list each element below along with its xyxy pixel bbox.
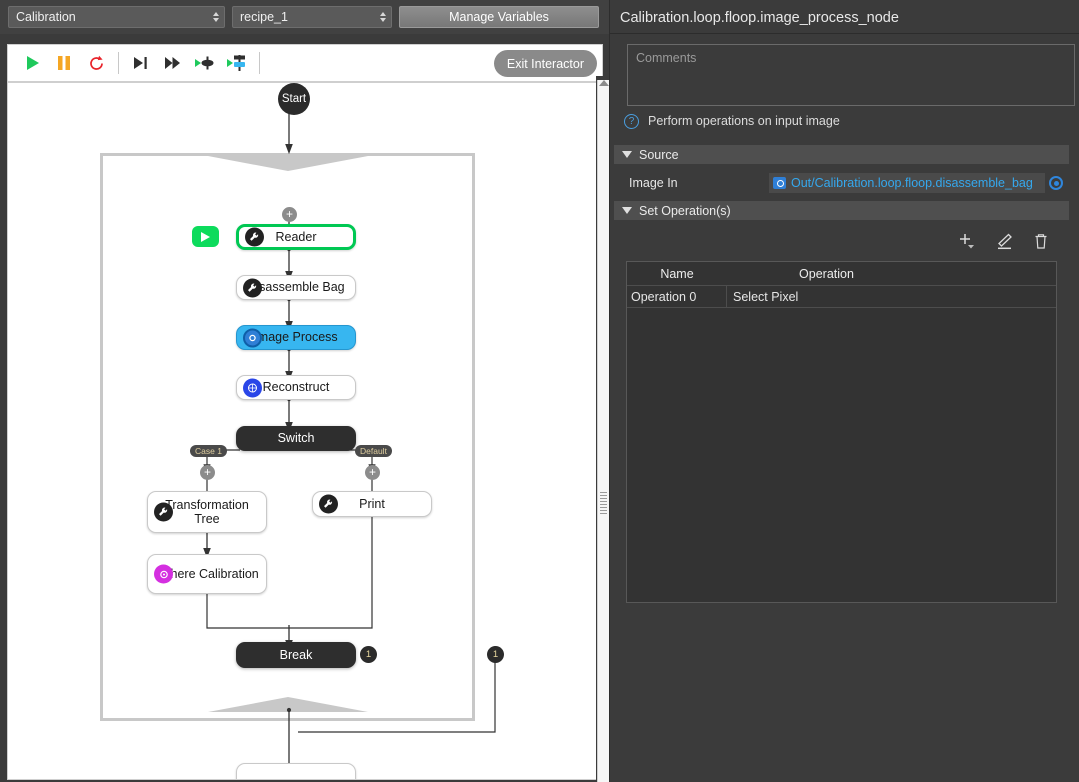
plus-dropdown-icon: [960, 234, 974, 249]
add-node-button[interactable]: +: [200, 465, 215, 480]
section-header-set-operations[interactable]: Set Operation(s): [614, 201, 1069, 220]
flow-node-switch[interactable]: Switch: [236, 426, 356, 451]
run-to-node-button[interactable]: [189, 46, 221, 80]
hint-text: Perform operations on input image: [648, 114, 840, 128]
port-label-case1[interactable]: Case 1: [190, 445, 227, 457]
play-button[interactable]: [16, 46, 48, 80]
image-in-value-field[interactable]: Out/Calibration.loop.floop.disassemble_b…: [769, 173, 1045, 193]
skip-forward-icon: [165, 57, 180, 69]
page-title: Calibration.loop.floop.image_process_nod…: [620, 10, 899, 26]
project-dropdown-value: Calibration: [16, 10, 76, 24]
run-to-node-icon: [194, 56, 213, 70]
step-fast-button[interactable]: [157, 46, 189, 80]
project-dropdown[interactable]: Calibration: [8, 6, 225, 28]
image-in-label: Image In: [629, 176, 678, 190]
toolbar-divider: [259, 52, 260, 74]
pause-icon: [58, 56, 70, 70]
reload-icon: [89, 55, 103, 70]
flow-node-sphere-calibration[interactable]: Sphere Calibration: [147, 554, 267, 594]
cell-name: Operation 0: [627, 285, 727, 308]
manage-variables-button[interactable]: Manage Variables: [399, 6, 599, 28]
add-node-button[interactable]: +: [282, 207, 297, 222]
table-header: Name Operation: [627, 262, 1056, 286]
section-header-label: Source: [639, 147, 679, 162]
splitter-grip[interactable]: [600, 492, 607, 514]
flow-canvas[interactable]: Start + Reader Disassemble Bag Image Pro…: [7, 82, 603, 780]
trash-icon: [1035, 233, 1047, 249]
step-over-button[interactable]: [125, 46, 157, 80]
flow-node-transformation-tree[interactable]: Transformation Tree: [147, 491, 267, 533]
wrench-icon: [319, 494, 338, 514]
playback-toolbar: Exit Interactor: [7, 44, 603, 82]
reset-button[interactable]: [80, 46, 112, 80]
selector-toolbar: Calibration recipe_1 Manage Variables: [0, 0, 610, 34]
flow-node-label: Break: [279, 647, 313, 662]
port-label-default[interactable]: Default: [355, 445, 392, 457]
start-node-label: Start: [281, 93, 307, 105]
divider: [610, 33, 1079, 34]
table-row[interactable]: Operation 0 Select Pixel: [627, 285, 1056, 308]
cell-operation: Select Pixel: [733, 289, 799, 304]
play-icon: [201, 231, 210, 242]
loop-exit-badge: 1: [487, 646, 504, 663]
run-node-chip[interactable]: [192, 226, 219, 247]
exit-interactor-button[interactable]: Exit Interactor: [493, 50, 597, 77]
run-to-selected-node-icon: [226, 55, 245, 71]
start-node[interactable]: Start: [278, 83, 310, 115]
recipe-dropdown[interactable]: recipe_1: [232, 6, 392, 28]
chevron-down-icon: [622, 151, 632, 158]
chevron-down-icon: [622, 207, 632, 214]
column-header-name: Name: [660, 266, 694, 281]
flow-node-label: Switch: [277, 431, 315, 446]
question-icon[interactable]: ?: [624, 113, 639, 129]
wrench-icon: [243, 278, 262, 297]
flow-node-disassemble-bag[interactable]: Disassemble Bag: [236, 275, 356, 300]
toolbar-divider: [118, 52, 119, 74]
wrench-icon: [154, 502, 173, 522]
operations-toolbar: [614, 226, 1069, 256]
camera-icon: [243, 328, 262, 347]
pause-button[interactable]: [48, 46, 80, 80]
pencil-icon: [998, 233, 1012, 249]
add-node-button[interactable]: +: [365, 465, 380, 480]
image-in-value-text: Out/Calibration.loop.floop.disassemble_b…: [791, 176, 1033, 190]
flow-node-sphere[interactable]: Sphere: [236, 763, 356, 779]
edit-operation-button[interactable]: [996, 233, 1013, 250]
comments-input[interactable]: Comments: [627, 44, 1075, 106]
canvas-vertical-scrollbar[interactable]: [596, 76, 610, 782]
delete-operation-button[interactable]: [1033, 233, 1049, 250]
recipe-dropdown-value: recipe_1: [240, 10, 288, 24]
flow-node-break[interactable]: Break: [236, 642, 356, 668]
flow-node-reconstruct[interactable]: Reconstruct: [236, 375, 356, 400]
add-operation-button[interactable]: [958, 232, 976, 250]
break-badge: 1: [360, 646, 377, 663]
scroll-up-arrow-icon[interactable]: [599, 80, 609, 86]
application-window: Calibration recipe_1 Manage Variables Ex…: [0, 0, 1079, 782]
target-icon[interactable]: [1049, 176, 1063, 190]
wrench-icon: [245, 227, 264, 247]
camera-icon: [773, 177, 786, 189]
flow-node-image-process[interactable]: Image Process: [236, 325, 356, 350]
section-header-label: Set Operation(s): [639, 203, 731, 218]
chevron-updown-icon: [380, 12, 386, 22]
flow-node-print[interactable]: Print: [312, 491, 432, 517]
operations-table[interactable]: Name Operation Operation 0 Select Pixel: [626, 261, 1057, 603]
play-icon: [26, 56, 39, 70]
section-header-source[interactable]: Source: [614, 145, 1069, 164]
column-header-operation: Operation: [799, 266, 854, 281]
flow-editor-pane: Calibration recipe_1 Manage Variables Ex…: [0, 0, 610, 782]
reconstruct-icon: [243, 378, 262, 397]
chevron-updown-icon: [213, 12, 219, 22]
sphere-icon: [154, 564, 173, 584]
run-to-selected-node-button[interactable]: [221, 46, 253, 80]
image-in-row: Image In Out/Calibration.loop.floop.disa…: [614, 170, 1069, 196]
hint-row: ? Perform operations on input image: [624, 110, 1074, 132]
comments-placeholder: Comments: [636, 51, 697, 65]
step-to-next-icon: [134, 57, 147, 69]
flow-node-reader[interactable]: Reader: [236, 224, 356, 250]
